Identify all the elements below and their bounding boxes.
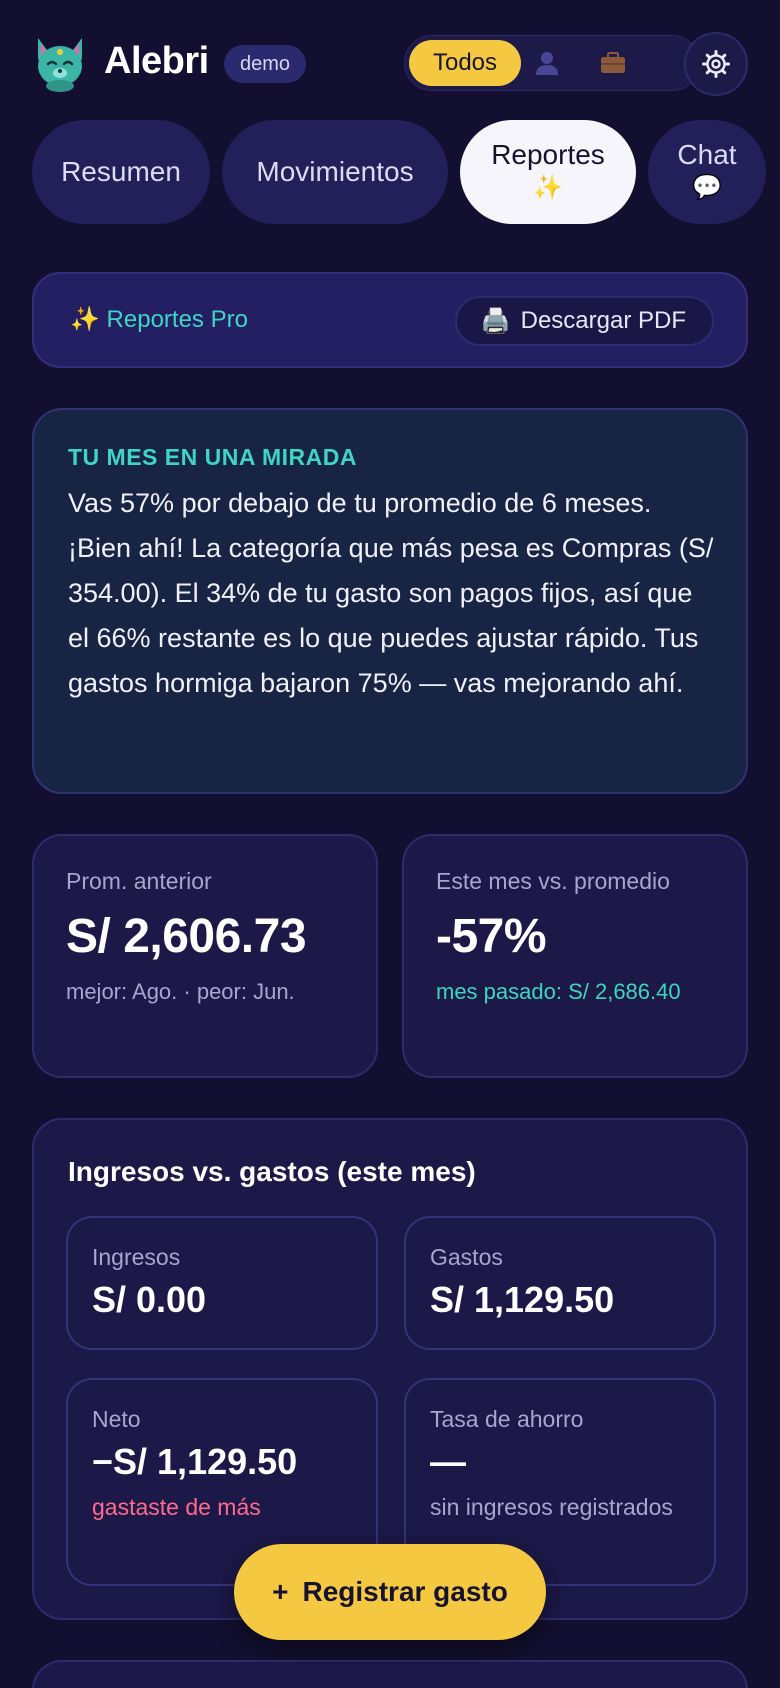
settings-button[interactable] [684, 32, 748, 96]
month-vs-average-card: Este mes vs. promedio -57% mes pasado: S… [402, 834, 748, 1078]
insight-body: Vas 57% por debajo de tu promedio de 6 m… [68, 488, 714, 698]
month-insight-card: TU MES EN UNA MIRADA Vas 57% por debajo … [32, 408, 748, 794]
stat-value: S/ 2,606.73 [66, 910, 307, 963]
main-tabs: Resumen Movimientos Reportes ✨ Chat 💬 [32, 120, 780, 226]
tile-value: −S/ 1,129.50 [92, 1441, 298, 1482]
stat-value: -57% [436, 910, 547, 963]
stat-label: Este mes vs. promedio [436, 868, 670, 894]
tile-label: Gastos [430, 1244, 503, 1270]
expenses-tile: Gastos S/ 1,129.50 [404, 1216, 716, 1350]
tile-label: Ingresos [92, 1244, 181, 1270]
tile-sub: gastaste de más [92, 1494, 261, 1520]
tab-reportes[interactable]: Reportes ✨ [460, 120, 636, 224]
account-filter: Todos [404, 35, 700, 91]
download-pdf-button[interactable]: 🖨️ Descargar PDF [454, 296, 714, 346]
previous-average-card: Prom. anterior S/ 2,606.73 mejor: Ago. ·… [32, 834, 378, 1078]
briefcase-icon [601, 52, 625, 73]
filter-todos-button[interactable]: Todos [409, 40, 521, 86]
tile-value: S/ 0.00 [92, 1279, 207, 1320]
filter-business-button[interactable] [583, 40, 643, 86]
tile-sub: sin ingresos registrados [430, 1494, 673, 1520]
demo-badge: demo [224, 45, 307, 83]
tab-chat[interactable]: Chat 💬 [648, 120, 766, 224]
alebrije-logo-icon [38, 38, 82, 92]
add-expense-button[interactable]: + Registrar gasto [234, 1544, 546, 1640]
tab-movimientos[interactable]: Movimientos [222, 120, 448, 224]
speech-bubble-icon: 💬 [692, 174, 722, 201]
stat-sub: mejor: Ago. · peor: Jun. [66, 979, 295, 1004]
app-header: Alebri demo Todos [32, 30, 748, 96]
filter-personal-button[interactable] [517, 40, 577, 86]
tab-label: Movimientos [256, 156, 414, 187]
printer-icon: 🖨️ [480, 307, 511, 335]
stat-label: Prom. anterior [66, 868, 212, 894]
app-name: Alebri [104, 40, 209, 82]
insight-title: TU MES EN UNA MIRADA [68, 444, 357, 470]
tile-value: S/ 1,129.50 [430, 1279, 615, 1320]
download-pdf-label: Descargar PDF [520, 307, 686, 334]
reports-pro-label: ✨ Reportes Pro [70, 306, 248, 333]
tile-label: Tasa de ahorro [430, 1406, 584, 1432]
sparkles-icon: ✨ [533, 174, 563, 201]
next-section-card [32, 1660, 748, 1688]
tab-label: Resumen [61, 156, 181, 187]
plus-icon: + [272, 1576, 289, 1607]
tab-label: Reportes [491, 139, 605, 170]
person-icon [536, 52, 558, 75]
income-tile: Ingresos S/ 0.00 [66, 1216, 378, 1350]
add-expense-label: Registrar gasto [302, 1576, 508, 1607]
tab-label: Chat [677, 139, 737, 170]
stat-sub: mes pasado: S/ 2,686.40 [436, 979, 681, 1004]
reports-page: Alebri demo Todos Resumen Movimientos Re… [0, 0, 780, 1688]
section-title: Ingresos vs. gastos (este mes) [68, 1156, 476, 1187]
tile-value: — [430, 1441, 466, 1482]
tile-label: Neto [92, 1406, 141, 1432]
tab-resumen[interactable]: Resumen [32, 120, 210, 224]
reports-pro-bar: ✨ Reportes Pro 🖨️ Descargar PDF [32, 272, 748, 368]
gear-icon [702, 50, 730, 78]
